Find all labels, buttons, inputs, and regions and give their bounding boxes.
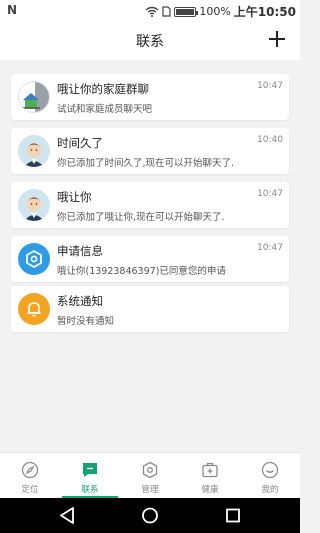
conversation-time: 10:47: [257, 189, 283, 199]
conversation-time: 10:47: [257, 243, 283, 253]
plus-icon[interactable]: [266, 28, 288, 50]
smile-icon: [261, 461, 279, 479]
conversation-item-system-notice[interactable]: 系统通知 暂时没有通知: [11, 286, 289, 332]
group-avatar: [18, 81, 50, 113]
conversation-item-orangni[interactable]: 哦让你 你已添加了哦让你,现在可以开始聊天了. 10:47: [11, 182, 289, 228]
system-nav-bar: [0, 498, 300, 533]
status-bar: N 100% 上午10:50: [0, 0, 300, 20]
app-header: 联系: [0, 20, 300, 60]
chat-icon: [83, 463, 97, 477]
carrier-glyph: N: [7, 3, 18, 17]
conversation-preview: 你已添加了哦让你,现在可以开始聊天了.: [57, 212, 225, 223]
person-avatar-image: [18, 135, 50, 167]
person-avatar-image: [18, 189, 50, 221]
status-icons: 100% 上午10:50: [145, 3, 296, 20]
conversation-title: 系统通知: [57, 294, 103, 308]
battery-percent: 100%: [199, 5, 231, 18]
home-icon[interactable]: [125, 498, 175, 533]
conversation-preview: 暂时没有通知: [57, 316, 115, 327]
back-icon[interactable]: [42, 498, 92, 533]
tab-health[interactable]: 健康: [180, 453, 240, 499]
tab-manage[interactable]: 管理: [120, 453, 180, 499]
conversation-title: 哦让你: [57, 190, 92, 204]
battery-icon: [174, 6, 199, 17]
compass-icon: [21, 461, 39, 479]
conversation-time: 10:40: [257, 135, 283, 145]
bottom-tab-bar: 定位 联系 管理 健康 我的: [0, 452, 300, 499]
conversation-title: 哦让你的家庭群聊: [57, 82, 149, 96]
person-avatar: [18, 135, 50, 167]
tab-label: 联系: [81, 485, 99, 495]
group-avatar-image: [19, 82, 49, 112]
recents-icon[interactable]: [208, 498, 258, 533]
page-title: 联系: [136, 34, 164, 50]
conversation-preview: 试试和家庭成员聊天吧: [57, 104, 153, 115]
conversation-item-request-info[interactable]: 申请信息 哦让你(13923846397)已同意您的申请 10:47: [11, 236, 289, 282]
clock: 上午10:50: [233, 5, 296, 19]
conversation-time: 10:47: [257, 81, 283, 91]
conversation-item-shijianjiule[interactable]: 时间久了 你已添加了时间久了,现在可以开始聊天了. 10:40: [11, 128, 289, 174]
tab-label: 管理: [141, 485, 159, 495]
conversation-preview: 你已添加了时间久了,现在可以开始聊天了.: [57, 158, 235, 169]
battery-fill: [176, 8, 195, 15]
bell-icon-image: [27, 302, 41, 317]
tab-location[interactable]: 定位: [0, 453, 60, 499]
person-avatar: [18, 189, 50, 221]
conversation-item-family-group[interactable]: 哦让你的家庭群聊 试试和家庭成员聊天吧 10:47: [11, 74, 289, 120]
bell-icon: [18, 293, 50, 325]
wifi-icon: [145, 6, 159, 17]
tab-label: 定位: [21, 485, 39, 495]
conversation-title: 时间久了: [57, 136, 103, 150]
sim-card-icon: [162, 6, 171, 17]
tab-label: 健康: [201, 485, 219, 495]
tab-label: 我的: [261, 485, 279, 495]
request-icon: [18, 243, 50, 275]
medical-kit-icon: [202, 462, 218, 478]
shield-icon: [142, 461, 158, 479]
tab-me[interactable]: 我的: [240, 453, 300, 499]
request-icon-image: [26, 249, 42, 269]
tab-contacts[interactable]: 联系: [60, 453, 120, 499]
conversation-title: 申请信息: [57, 244, 103, 258]
conversation-preview: 哦让你(13923846397)已同意您的申请: [57, 266, 226, 277]
